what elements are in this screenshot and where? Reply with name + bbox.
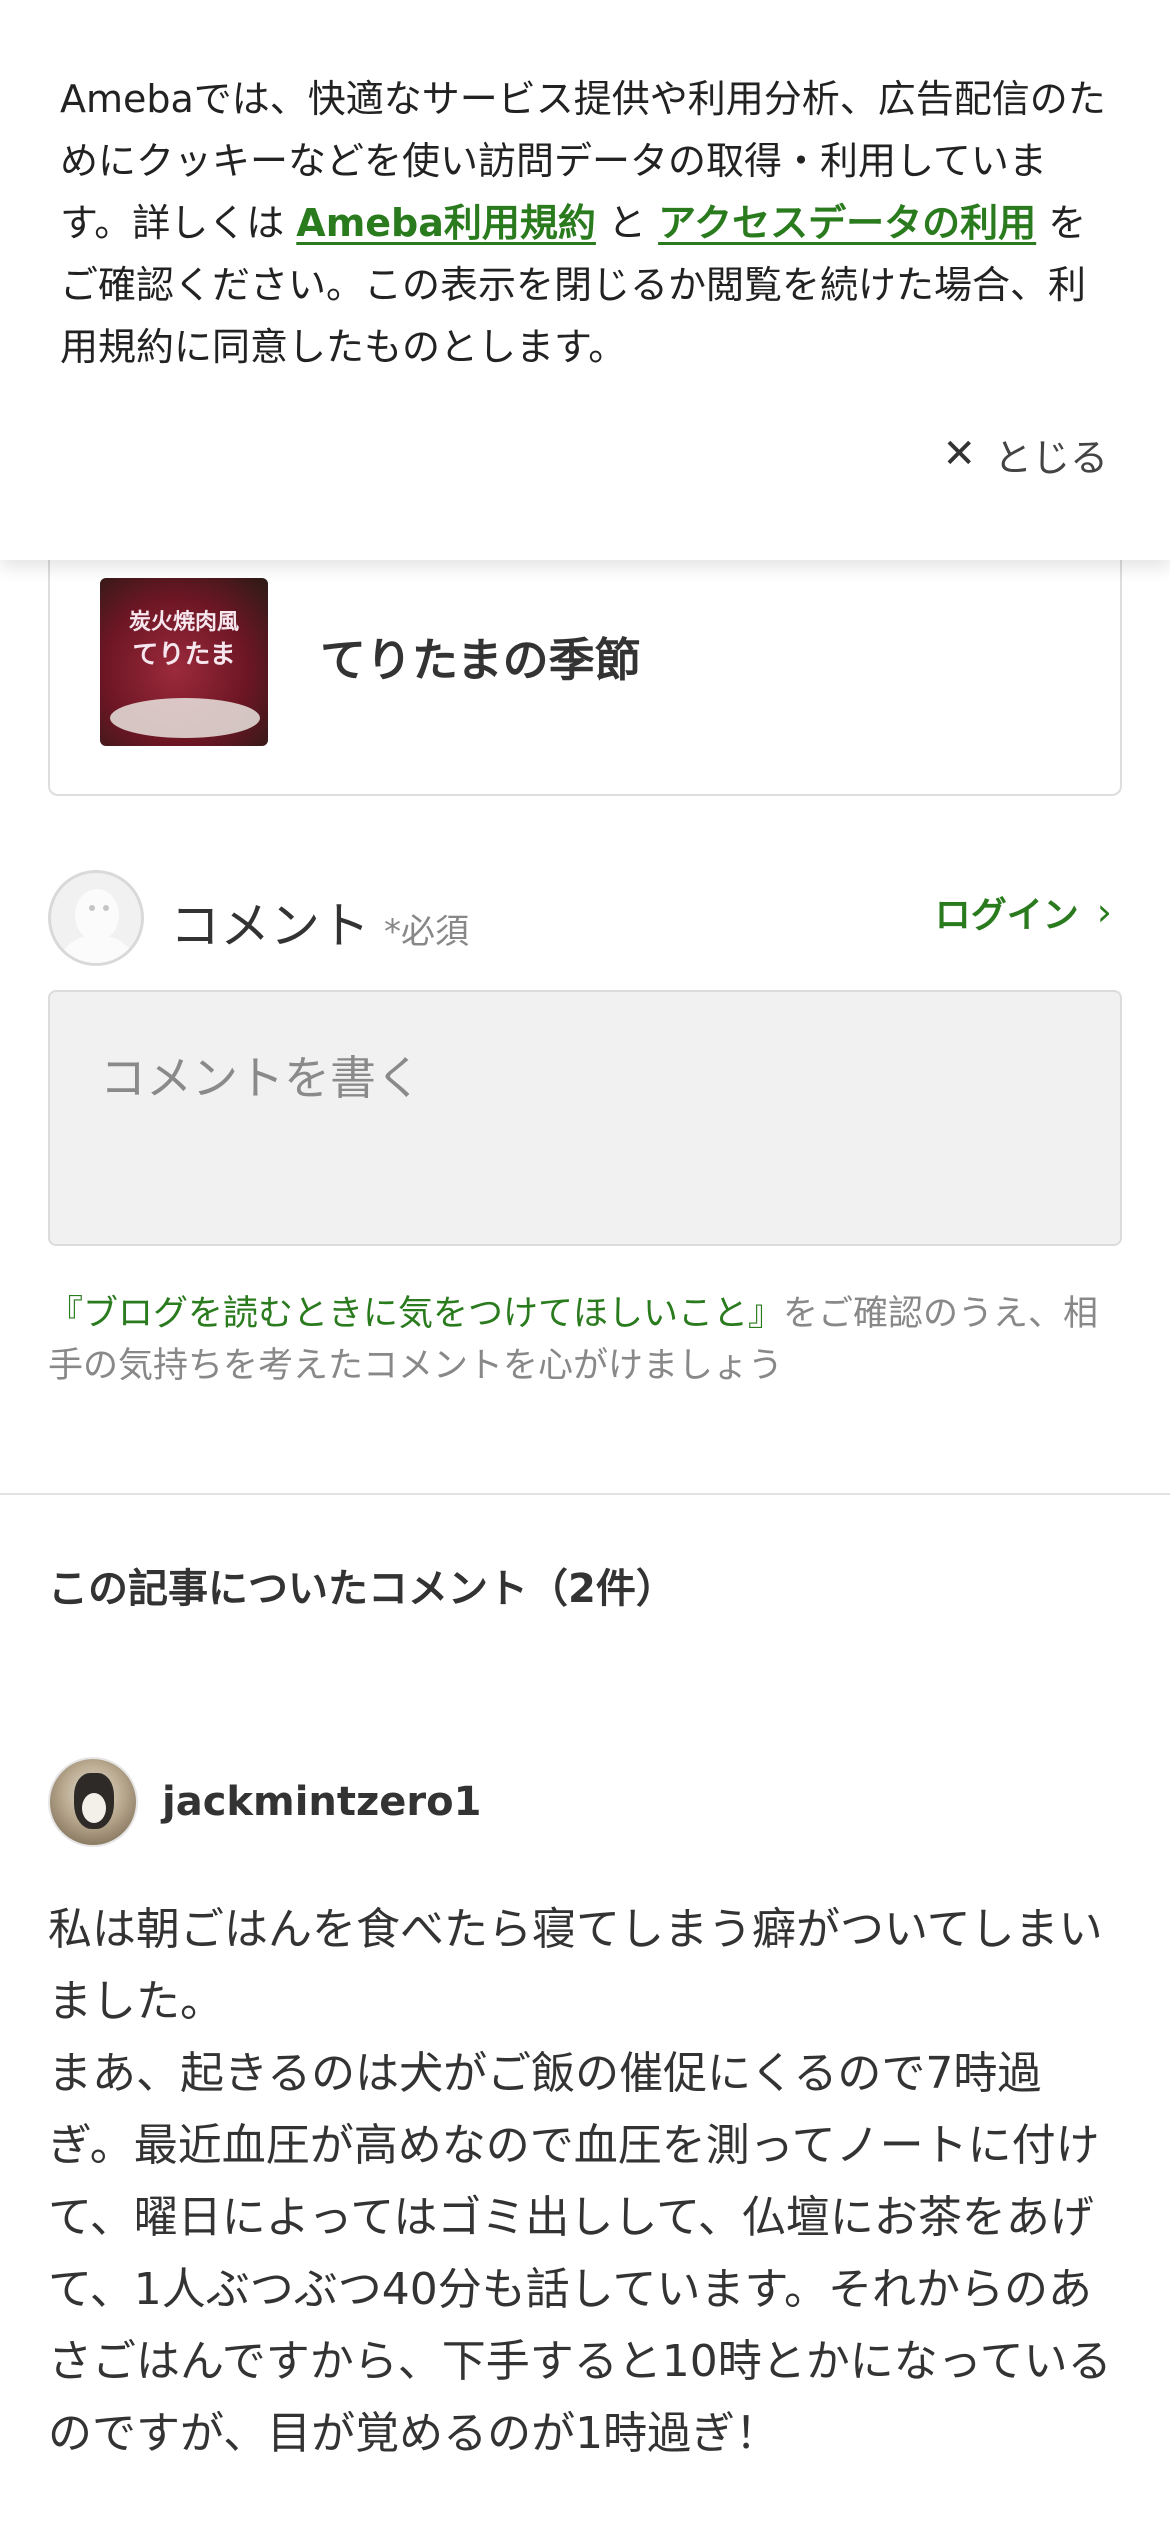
blog-thumbnail: 炭火焼肉風 てりたま <box>100 578 268 746</box>
comments-section-title: この記事についたコメント（2件） <box>48 1566 676 1612</box>
blog-title[interactable]: てりたまの季節 <box>320 624 641 690</box>
comment-username[interactable]: jackmintzero1 <box>162 1779 481 1825</box>
thumbnail-text-2: てりたま <box>132 640 236 670</box>
guest-avatar-icon <box>48 870 144 966</box>
section-divider <box>0 1493 1170 1495</box>
comment-label: コメント <box>170 897 370 955</box>
blog-card[interactable]: 炭火焼肉風 てりたま てりたまの季節 <box>48 520 1122 796</box>
comment-input[interactable] <box>48 990 1122 1246</box>
close-label: とじる <box>993 435 1108 480</box>
comment-form-header: コメント *必須 ログイン › <box>48 868 1122 968</box>
close-icon: ✕ <box>942 431 976 477</box>
avatar[interactable] <box>48 1757 138 1847</box>
thumbnail-text-1: 炭火焼肉風 <box>128 610 239 635</box>
login-label: ログイン <box>934 895 1079 936</box>
guidelines-link[interactable]: 『ブログを読むときに気をつけてほしいこと』 <box>48 1294 783 1334</box>
terms-link[interactable]: Ameba利用規約 <box>296 201 596 245</box>
chevron-right-icon: › <box>1096 890 1112 934</box>
cookie-banner: Amebaでは、快適なサービス提供や利用分析、広告配信のためにクッキーなどを使い… <box>0 0 1170 560</box>
comment-body: 私は朝ごはんを食べたら寝てしまう癖がついてしまいました。 まあ、起きるのは犬がご… <box>48 1904 1112 2459</box>
login-link[interactable]: ログイン › <box>935 886 1112 938</box>
comment-author[interactable]: jackmintzero1 <box>48 1756 481 1848</box>
close-banner-button[interactable]: ✕ とじる <box>942 424 1108 484</box>
cookie-text-mid: と <box>595 201 659 245</box>
cookie-notice-text: Amebaでは、快適なサービス提供や利用分析、広告配信のためにクッキーなどを使い… <box>60 68 1110 378</box>
thumbnail-plate <box>110 698 260 738</box>
access-data-link[interactable]: アクセスデータの利用 <box>658 201 1036 245</box>
comment-guidelines: 『ブログを読むときに気をつけてほしいこと』をご確認のうえ、相手の気持ちを考えたコ… <box>48 1288 1128 1392</box>
required-marker: *必須 <box>384 912 469 952</box>
